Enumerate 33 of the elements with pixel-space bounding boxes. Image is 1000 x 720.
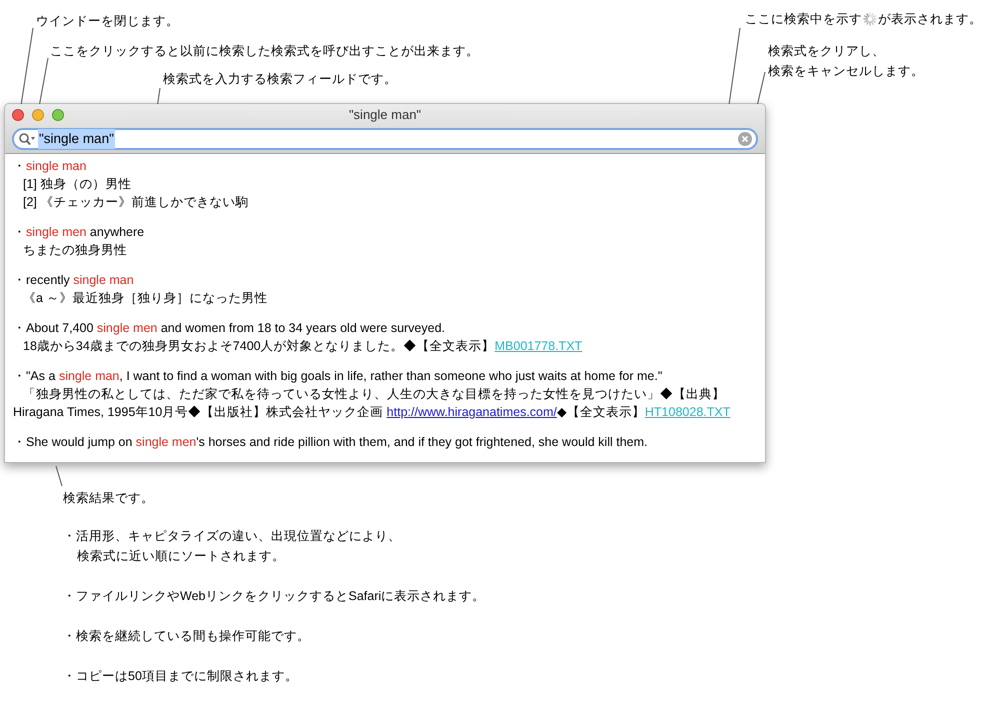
search-icon[interactable] (18, 132, 36, 146)
note-text: ・ファイルリンクやWebリンクをクリックするとSafariに表示されます。 (63, 588, 486, 605)
note-text: ・検索を継続している間も操作可能です。 (63, 628, 311, 645)
result-translation: 18歳から34歳までの独身男女およそ7400人が対象となりました。◆【全文表示】MB001778.TXT (22, 338, 584, 355)
callout-text: 検索式を入力する検索フィールドです。 (163, 71, 397, 88)
result-term: ・single men anywhere (13, 224, 146, 241)
result-translation: 《a ～》最近独身［独り身］になった男性 (22, 290, 268, 307)
clear-icon[interactable] (738, 132, 752, 146)
result-term: ・recently single man (13, 272, 135, 289)
result-term: ・"As a single man, I want to find a woman with big goals in life, rather than someone who just waits at home for me." (13, 368, 664, 385)
window-title: "single man" (348, 106, 422, 124)
callout-text: ここをクリックすると以前に検索した検索式を呼び出すことが出来ます。 (50, 43, 479, 60)
result-term: ・single man (13, 158, 88, 175)
result-translation: [1] 独身（の）男性 (22, 176, 132, 193)
result-term: ・About 7,400 single men and women from 18 to 34 years old were surveyed. (13, 320, 446, 337)
callout-text: が表示されます。 (878, 11, 982, 28)
result-translation: [2] 《チェッカー》前進しかできない駒 (22, 194, 250, 211)
zoom-button[interactable] (52, 109, 64, 121)
result-translation: 「独身男性の私としては、ただ家で私を待っている女性より、人生の大きな目標を持った女性を見つけたい」◆【出典】Hiragana Times, 1995年10月号◆【出版社】株式会社ヤック企画 http://www.hiraganatimes.com/◆【全文表示】HT108028.TXT (13, 386, 732, 421)
callout-text: 検索式をクリアし、 検索をキャンセルします。 (768, 43, 924, 80)
callout-text: ウインドーを閉じます。 (36, 13, 179, 30)
search-field[interactable]: "single man" (12, 128, 758, 150)
note-text: ・活用形、キャピタライズの違い、出現位置などにより、 検索式に近い順にソートされます。 (63, 528, 402, 565)
callout-text: ここに検索中を示す (745, 11, 862, 28)
callout-text: 検索結果です。 (63, 490, 154, 507)
result-translation: ちまたの独身男性 (22, 242, 128, 259)
web-link[interactable]: http://www.hiraganatimes.com/ (386, 405, 557, 419)
result-term: ・She would jump on single men's horses and ride pillion with them, and if they got frightened, she would kill them. (13, 434, 648, 451)
spinner-icon (863, 12, 877, 26)
note-text: ・コピーは50項目までに制限されます。 (63, 668, 299, 685)
leader-line (56, 466, 62, 486)
close-button[interactable] (12, 109, 24, 121)
minimize-button[interactable] (32, 109, 44, 121)
